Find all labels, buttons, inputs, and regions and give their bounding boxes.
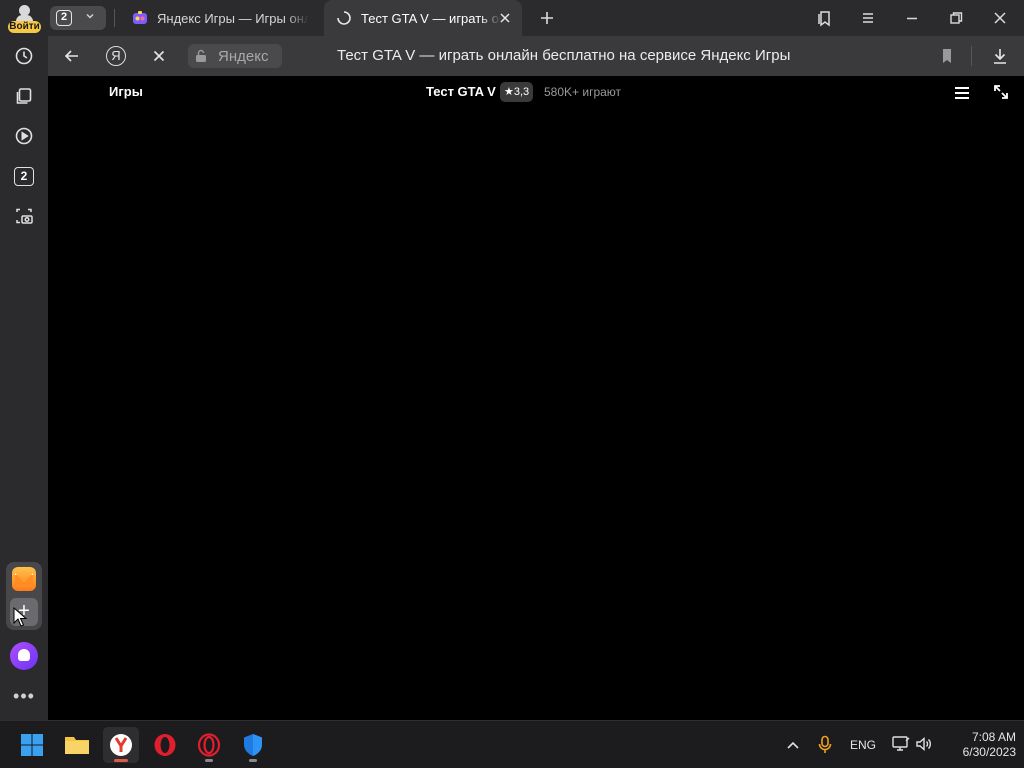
volume-icon[interactable] (915, 735, 933, 753)
address-page-title[interactable]: Тест GTA V — играть онлайн бесплатно на … (337, 47, 790, 64)
loading-spinner-icon (337, 11, 351, 25)
windows-taskbar: ENG 7:08 AM 6/30/2023 (0, 720, 1024, 768)
input-language[interactable]: ENG (850, 738, 876, 752)
game-viewport[interactable]: Игры Тест GTA V ★3,3 580K+ играют (48, 76, 1024, 720)
navigation-bar: Я Яндекс Тест GTA V — играть онлайн бесп… (48, 36, 1024, 76)
rating-badge: ★3,3 (500, 82, 534, 102)
divider (971, 46, 972, 66)
collections-icon[interactable] (12, 84, 36, 108)
login-button[interactable]: Войти (6, 4, 42, 34)
menu-icon[interactable] (858, 8, 878, 28)
tab-title: Яндекс Игры — Игры онлайн (157, 10, 309, 26)
minimize-icon[interactable] (902, 8, 922, 28)
back-arrow-icon[interactable] (62, 46, 82, 66)
tabs-count-icon[interactable]: 2 (14, 167, 34, 186)
site-info-button[interactable]: Яндекс (188, 44, 282, 68)
divider (114, 9, 115, 27)
hamburger-menu-icon[interactable] (952, 84, 972, 102)
site-name: Яндекс (218, 47, 269, 65)
network-icon[interactable] (891, 735, 911, 753)
yandex-browser-taskbar-icon[interactable] (103, 727, 139, 763)
microphone-icon[interactable] (818, 735, 832, 755)
download-icon[interactable] (990, 46, 1010, 66)
yandex-games-icon (133, 11, 147, 24)
close-window-icon[interactable] (990, 8, 1010, 28)
windows-security-icon[interactable] (235, 727, 271, 763)
clock-date: 6/30/2023 (962, 745, 1016, 759)
mail-app-icon[interactable] (12, 567, 36, 591)
screenshot-camera-icon[interactable] (12, 204, 36, 228)
opera-browser-icon[interactable] (147, 727, 183, 763)
chevron-up-icon[interactable] (785, 738, 801, 752)
games-home-link[interactable]: Игры (109, 84, 143, 99)
close-tab-icon[interactable] (498, 11, 512, 25)
tab-yandex-games[interactable]: Яндекс Игры — Игры онлайн (120, 0, 318, 36)
video-play-icon[interactable] (12, 124, 36, 148)
game-title: Тест GTA V (426, 84, 496, 99)
players-count: 580K+ играют (544, 85, 622, 99)
tab-group-switcher[interactable]: 2 (50, 6, 106, 30)
bookmark-icon[interactable] (937, 46, 957, 66)
system-clock[interactable]: 7:08 AM 6/30/2023 (936, 730, 1016, 760)
tab-strip: 2 Яндекс Игры — Игры онлайн Тест GTA V —… (48, 0, 1024, 36)
bookmarks-panel-icon[interactable] (814, 8, 834, 28)
new-tab-button[interactable] (536, 7, 558, 29)
tab-title: Тест GTA V — играть онлайн (361, 10, 501, 26)
alice-assistant-icon[interactable] (10, 642, 38, 670)
stop-loading-icon[interactable] (149, 46, 169, 66)
history-icon[interactable] (12, 44, 36, 68)
windows-start-icon[interactable] (14, 727, 50, 763)
chevron-down-icon (84, 10, 96, 25)
file-explorer-icon[interactable] (59, 727, 95, 763)
login-label: Войти (8, 21, 41, 33)
fullscreen-icon[interactable] (992, 83, 1010, 101)
clock-time: 7:08 AM (971, 730, 1016, 744)
tab-gta-test[interactable]: Тест GTA V — играть онлайн (324, 0, 522, 36)
lock-icon (196, 49, 206, 62)
tab-count-badge: 2 (56, 10, 72, 26)
screen: Войти 2 + ••• 2 Яндекс Игры — Игры онл Т… (0, 0, 1024, 768)
mouse-cursor-icon (13, 607, 27, 627)
yandex-home-button[interactable]: Я (106, 46, 126, 66)
restore-icon[interactable] (946, 8, 966, 28)
more-options-icon[interactable]: ••• (12, 686, 36, 706)
opera-gx-browser-icon[interactable] (191, 727, 227, 763)
